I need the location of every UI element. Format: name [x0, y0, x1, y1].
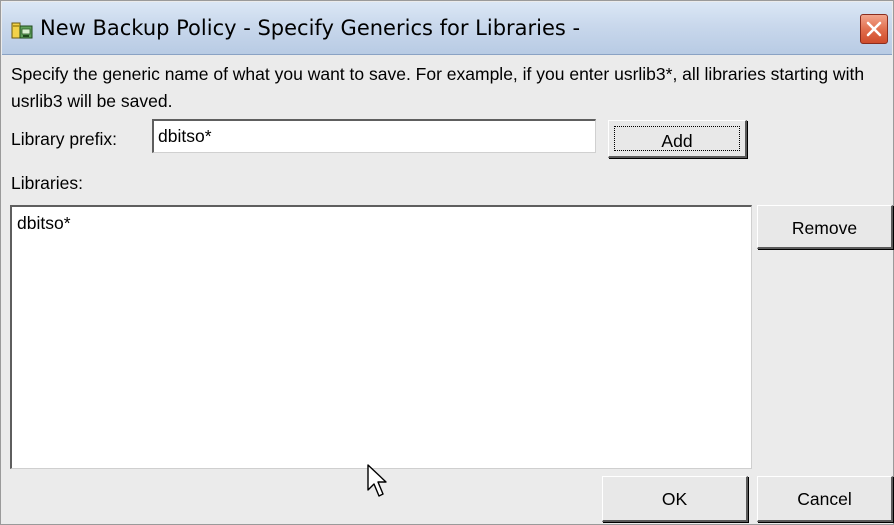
remove-button-label: Remove — [791, 218, 858, 238]
cancel-button[interactable]: Cancel — [757, 476, 893, 522]
libraries-label: Libraries: — [11, 173, 83, 193]
ok-button[interactable]: OK — [602, 476, 748, 522]
close-button[interactable] — [860, 14, 888, 44]
instructions-text: Specify the generic name of what you wan… — [11, 64, 865, 111]
cancel-button-label: Cancel — [797, 489, 852, 509]
add-button-label: Add — [661, 131, 693, 151]
backup-policy-dialog: New Backup Policy - Specify Generics for… — [0, 0, 894, 525]
ok-button-label: OK — [661, 489, 688, 509]
library-prefix-label: Library prefix: — [11, 129, 118, 149]
library-prefix-input[interactable] — [152, 119, 596, 153]
libraries-list[interactable]: dbitso* — [10, 205, 752, 469]
add-button[interactable]: Add — [608, 120, 747, 158]
remove-button[interactable]: Remove — [757, 205, 893, 249]
window-title: New Backup Policy - Specify Generics for… — [40, 16, 581, 40]
list-item[interactable]: dbitso* — [17, 213, 71, 234]
backup-policy-icon — [11, 21, 33, 41]
close-icon — [866, 21, 882, 37]
title-bar[interactable]: New Backup Policy - Specify Generics for… — [2, 2, 892, 55]
mouse-pointer-icon — [367, 464, 389, 503]
